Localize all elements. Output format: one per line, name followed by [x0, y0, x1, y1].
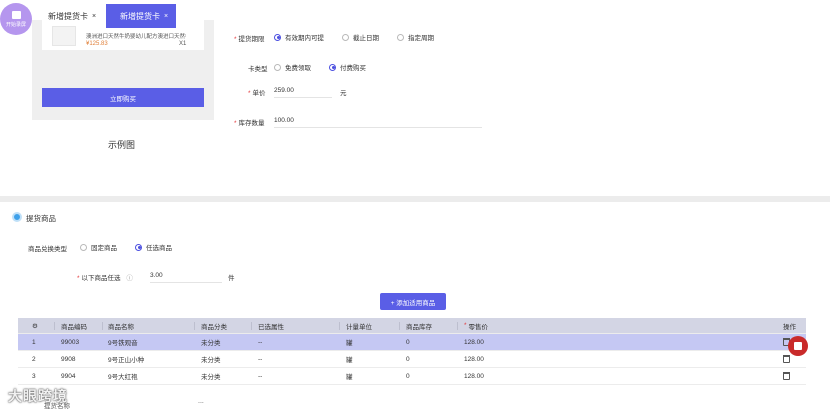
validity-label: * 提货期限: [234, 36, 265, 43]
preview-product-quantity: X1: [179, 41, 187, 47]
radio-label: 任选商品: [146, 245, 172, 252]
cell-price: 128.00: [464, 355, 484, 363]
row-index: 2: [32, 355, 36, 363]
header-name: 商品名称: [108, 323, 134, 331]
preview-buy-button: 立即购买: [42, 88, 204, 107]
cell-name: 9号正山小种: [108, 357, 145, 364]
cell-code: 9908: [61, 355, 76, 363]
cell-stock: 0: [406, 355, 410, 363]
cell-category: 未分类: [201, 340, 221, 347]
radio-label: 指定周期: [408, 35, 434, 42]
card-type-radio-group: 免费领取 付费购买: [274, 62, 366, 72]
close-icon[interactable]: ×: [92, 13, 96, 20]
cell-stock: 0: [406, 372, 410, 380]
unit-price-label: * 单价: [248, 90, 266, 97]
header-retail-price: * 零售价: [464, 322, 489, 331]
cell-name: 9号铁观音: [108, 340, 138, 347]
cell-category: 未分类: [201, 374, 221, 381]
radio-label: 付费购买: [340, 65, 366, 72]
cell-attributes: --: [258, 355, 263, 363]
click-indicator-icon: [788, 336, 808, 356]
settings-icon[interactable]: ⚙: [32, 318, 38, 333]
header-attributes: 已选属性: [258, 323, 284, 331]
preview-product-price: ¥125.83: [86, 41, 108, 47]
table-row[interactable]: 3 9904 9号大红袍 未分类 -- 罐 0 128.00: [18, 368, 806, 385]
info-icon: ⓘ: [126, 275, 133, 282]
stock-input[interactable]: 100.00: [274, 117, 482, 128]
row-index: 1: [32, 338, 36, 346]
cell-name: 9号大红袍: [108, 374, 138, 381]
header-actions: 操作: [783, 323, 796, 331]
delete-icon[interactable]: [783, 368, 790, 384]
watermark-logo: 大眼跨境: [8, 388, 68, 404]
table-row[interactable]: 2 9908 9号正山小种 未分类 -- 罐 0 128.00: [18, 351, 806, 368]
pick-any-unit: 件: [228, 275, 235, 282]
required-mark: *: [248, 90, 251, 97]
unit-price-unit: 元: [340, 90, 347, 97]
add-applicable-goods-button[interactable]: + 添加适用商品: [380, 293, 446, 310]
table-header: ⚙ 商品编码 商品名称 商品分类 已选属性 计量单位 商品库存 * 零售价 操作: [18, 318, 806, 334]
briefcase-icon: [11, 10, 21, 19]
radio-optional-goods[interactable]: [135, 243, 142, 251]
validity-radio-group: 有效期内可提 截止日期 指定周期: [274, 32, 434, 42]
section-dot-icon: [12, 212, 22, 222]
product-thumbnail: [52, 26, 76, 46]
radio-validity-in-period[interactable]: [274, 33, 281, 41]
ellipsis-text: ...: [198, 398, 204, 405]
header-code: 商品编码: [61, 323, 87, 331]
tab-new-pickup-card-1[interactable]: 新增提货卡 ×: [48, 4, 106, 28]
required-mark: *: [77, 275, 80, 282]
preview-product-name: 澳洲进口天然牛奶婴幼儿配方澳进口天然牛奶酱: [86, 34, 186, 40]
pick-any-input[interactable]: 3.00: [150, 272, 222, 283]
header-stock: 商品库存: [406, 323, 432, 331]
radio-label: 有效期内可提: [285, 35, 324, 42]
radio-label: 截止日期: [353, 35, 379, 42]
cell-unit: 罐: [346, 374, 353, 381]
header-unit: 计量单位: [346, 323, 372, 331]
radio-label: 免费领取: [285, 65, 311, 72]
section-title: 提货商品: [26, 214, 56, 223]
cell-code: 99003: [61, 338, 80, 346]
card-type-label: 卡类型: [248, 66, 268, 73]
preview-caption: 示例图: [108, 140, 136, 150]
cell-price: 128.00: [464, 372, 484, 380]
radio-card-free[interactable]: [274, 63, 281, 71]
cell-category: 未分类: [201, 357, 221, 364]
delete-icon[interactable]: [783, 351, 790, 367]
header-category: 商品分类: [201, 323, 227, 331]
cell-attributes: --: [258, 338, 263, 346]
row-index: 3: [32, 372, 36, 380]
radio-validity-deadline[interactable]: [342, 33, 349, 41]
stock-label: * 库存数量: [234, 120, 265, 127]
required-mark: *: [234, 120, 237, 127]
cell-code: 9904: [61, 372, 76, 380]
start-recording-button[interactable]: 开始录屏: [0, 3, 32, 35]
table-row[interactable]: 1 99003 9号铁观音 未分类 -- 罐 0 128.00: [18, 334, 806, 351]
cell-unit: 罐: [346, 357, 353, 364]
radio-validity-period[interactable]: [397, 33, 404, 41]
radio-fixed-goods[interactable]: [80, 243, 87, 251]
goods-table: ⚙ 商品编码 商品名称 商品分类 已选属性 计量单位 商品库存 * 零售价 操作 …: [18, 318, 806, 385]
exchange-type-radio-group: 固定商品 任选商品: [80, 242, 172, 252]
required-mark: *: [234, 36, 237, 43]
pick-any-label: * 以下商品任选 ⓘ: [77, 275, 133, 282]
cell-unit: 罐: [346, 340, 353, 347]
cell-stock: 0: [406, 338, 410, 346]
exchange-type-label: 商品兑换类型: [28, 246, 67, 253]
tab-new-pickup-card-2[interactable]: 新增提货卡 ×: [106, 4, 176, 28]
cell-attributes: --: [258, 372, 263, 380]
radio-card-paid[interactable]: [329, 63, 336, 71]
close-icon[interactable]: ×: [164, 13, 168, 20]
cell-price: 128.00: [464, 338, 484, 346]
radio-label: 固定商品: [91, 245, 117, 252]
unit-price-input[interactable]: 259.00: [274, 87, 332, 98]
